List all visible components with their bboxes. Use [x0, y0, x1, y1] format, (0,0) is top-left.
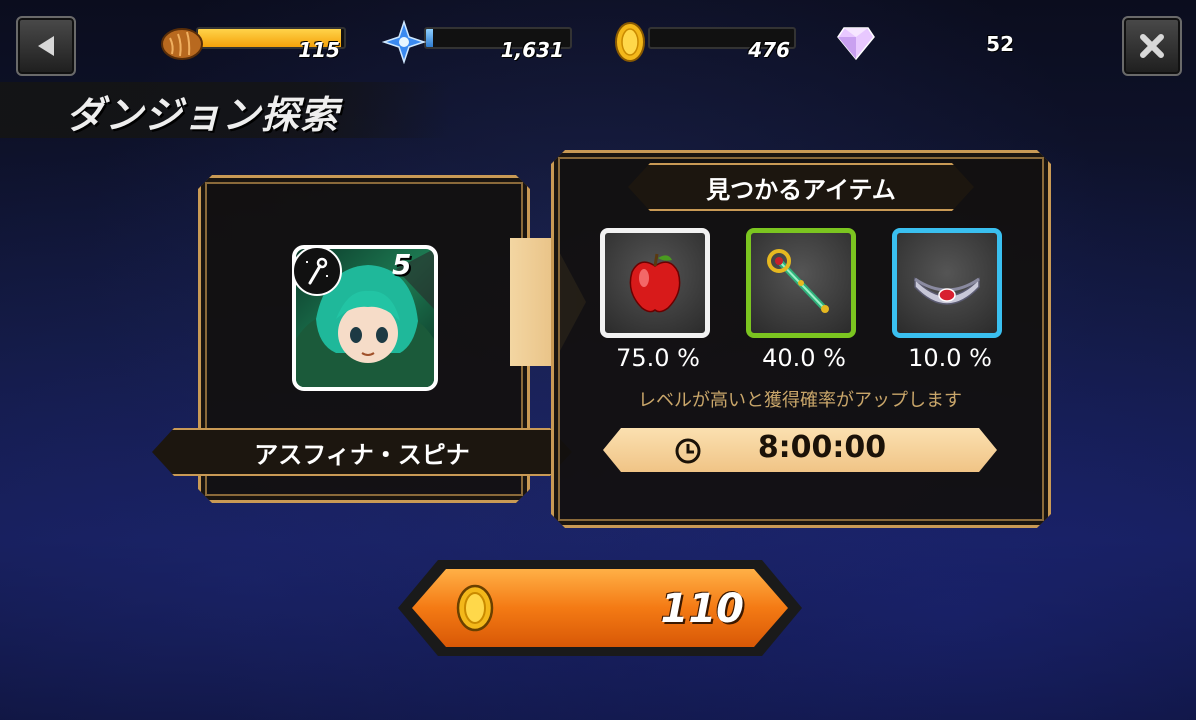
- circlet-icon: [914, 277, 980, 305]
- timer-value: 8:00:00: [757, 430, 887, 465]
- explore-cost-value: 110: [660, 586, 745, 632]
- close-button[interactable]: [1122, 16, 1182, 76]
- magic-staff-icon: [767, 249, 829, 313]
- staff-class-icon: [292, 246, 342, 296]
- character-name: アスフィナ・スピナ: [152, 428, 572, 476]
- item-slot-circlet[interactable]: [892, 228, 1002, 338]
- item-rate-staff: 40.0 %: [762, 344, 846, 372]
- back-arrow-icon: [38, 36, 54, 56]
- cost-coin-icon: [454, 584, 496, 632]
- diamond-icon: [836, 22, 876, 62]
- items-heading: 見つかるアイテム: [628, 163, 974, 211]
- drop-rate-hint: レベルが高いと獲得確率がアップします: [638, 390, 962, 411]
- coin-value: 476: [748, 38, 790, 62]
- item-rate-circlet: 10.0 %: [908, 344, 992, 372]
- clock-icon: [674, 437, 702, 465]
- gem-value: 52: [986, 32, 1014, 56]
- crystal-value: 1,631: [500, 38, 564, 62]
- crystal-bar-fill: [426, 29, 434, 47]
- item-rate-apple: 75.0 %: [616, 344, 700, 372]
- bread-icon: [160, 20, 204, 64]
- item-slot-apple[interactable]: [600, 228, 710, 338]
- page-title: ダンジョン探索: [66, 93, 340, 137]
- level-badge: 5: [392, 248, 412, 281]
- apple-icon: [629, 253, 681, 313]
- gold-coin-icon: [610, 20, 650, 64]
- close-x-icon: [1140, 34, 1164, 58]
- stamina-value: 115: [298, 38, 340, 62]
- back-button[interactable]: [16, 16, 76, 76]
- item-slot-staff[interactable]: [746, 228, 856, 338]
- blue-crystal-icon: [382, 20, 426, 64]
